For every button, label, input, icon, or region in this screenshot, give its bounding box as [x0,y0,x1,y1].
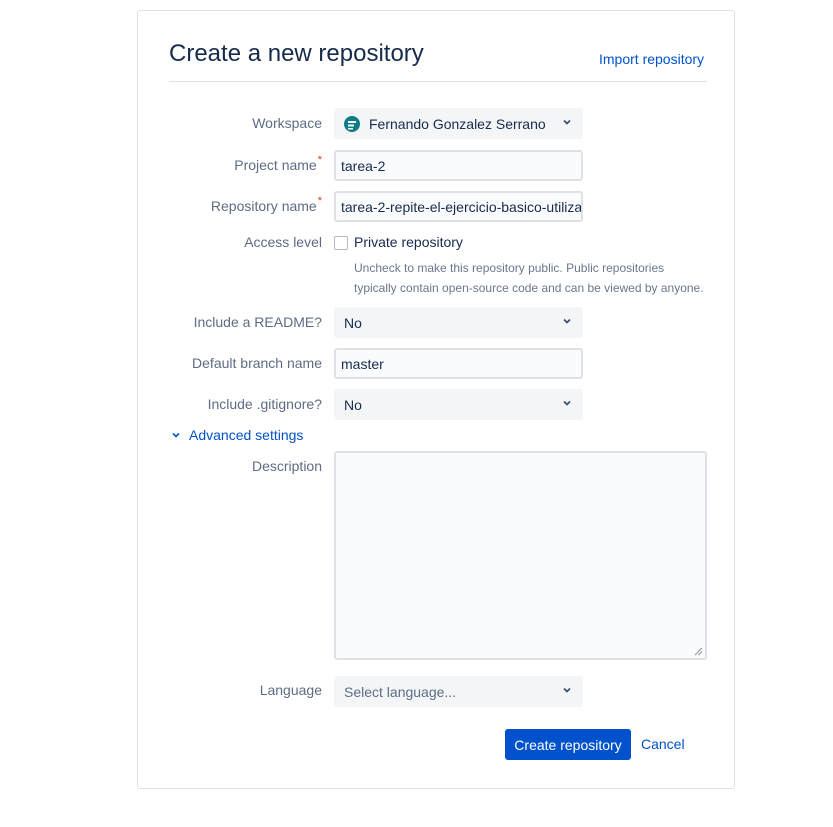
create-repository-button[interactable]: Create repository [505,729,631,760]
repository-name-label: Repository name* [210,195,322,214]
include-readme-select[interactable]: No [334,307,583,338]
language-label: Language [259,682,322,698]
resize-handle-icon[interactable] [693,646,703,656]
description-label: Description [251,458,322,474]
workspace-avatar-icon [344,115,360,132]
cancel-link[interactable]: Cancel [641,736,685,752]
project-name-input[interactable]: tarea-2 [334,150,583,181]
language-placeholder: Select language... [344,683,457,700]
project-name-label: Project name* [234,154,322,173]
chevron-down-icon [563,400,571,406]
header-divider [169,81,707,82]
workspace-select[interactable]: Fernando Gonzalez Serrano [334,108,583,139]
chevron-down-icon [563,318,571,324]
create-repository-card: Create a new repository Import repositor… [137,10,735,789]
repository-name-input[interactable]: tarea-2-repite-el-ejercicio-basico-utili… [334,191,583,222]
language-select[interactable]: Select language... [334,676,583,707]
private-repository-checkbox[interactable] [334,236,348,250]
chevron-down-icon [563,687,571,693]
include-gitignore-select[interactable]: No [334,389,583,420]
include-readme-value: No [344,314,362,331]
chevron-down-icon [172,432,180,438]
include-gitignore-value: No [344,396,362,413]
access-level-label: Access level [244,234,322,250]
import-repository-link[interactable]: Import repository [599,51,704,67]
required-marker: * [317,195,322,207]
private-repository-label[interactable]: Private repository [354,234,463,250]
workspace-value: Fernando Gonzalez Serrano [369,115,546,132]
chevron-down-icon [563,119,571,125]
default-branch-label: Default branch name [192,355,322,371]
default-branch-input[interactable]: master [334,348,583,379]
access-level-help: Uncheck to make this repository public. … [354,261,704,295]
description-textarea[interactable] [334,451,707,660]
required-marker: * [317,154,322,166]
page-title: Create a new repository [169,40,424,67]
include-gitignore-label: Include .gitignore? [207,396,322,412]
include-readme-label: Include a README? [193,314,322,330]
workspace-label: Workspace [252,115,322,131]
advanced-settings-toggle[interactable]: Advanced settings [171,427,303,443]
advanced-settings-label: Advanced settings [189,427,304,443]
